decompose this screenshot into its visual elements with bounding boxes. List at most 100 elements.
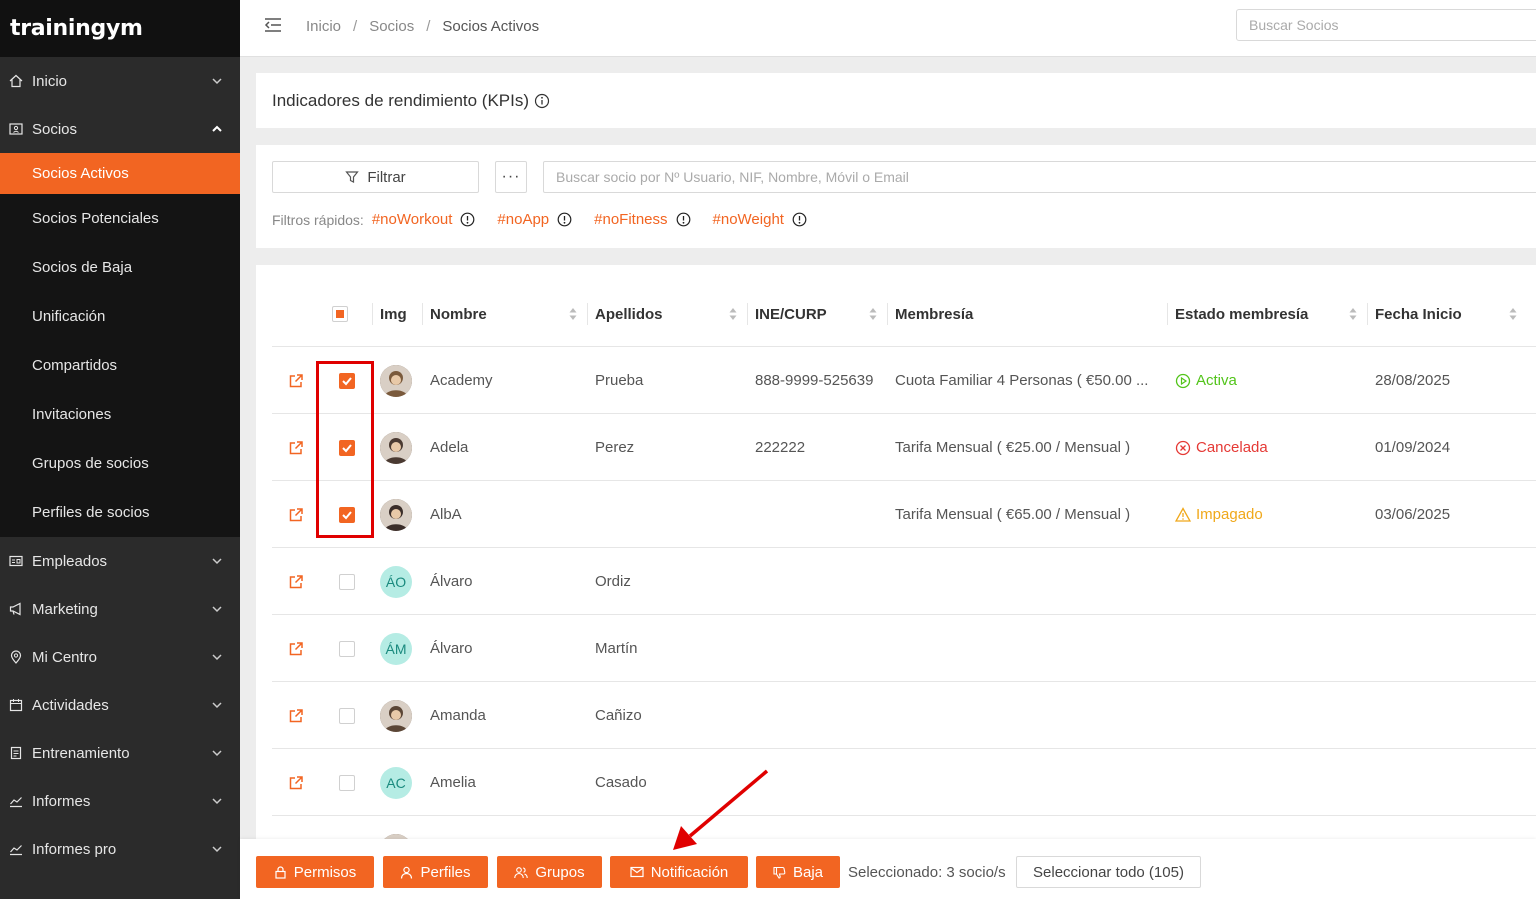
- alert-circle-icon[interactable]: [460, 212, 475, 227]
- avatar-cell: [380, 414, 412, 481]
- chevron-down-icon: [212, 654, 222, 661]
- cell-nombre: Álvaro: [430, 573, 473, 590]
- sort-icon[interactable]: [1509, 308, 1517, 320]
- row-checkbox[interactable]: [339, 506, 355, 523]
- sidebar-item-label: Actividades: [32, 696, 109, 714]
- sidebar-item-empleados[interactable]: Empleados: [0, 537, 240, 585]
- sidebar-item-label: Inicio: [32, 72, 68, 90]
- table-row[interactable]: AC Amelia Casado: [272, 749, 1536, 816]
- column-label: Estado membresía: [1175, 305, 1309, 323]
- sidebar-item-socios-baja[interactable]: Socios de Baja: [0, 243, 240, 292]
- id-card-icon: [8, 121, 24, 137]
- alert-circle-icon[interactable]: [792, 212, 807, 227]
- row-checkbox-cell: [339, 682, 355, 749]
- column-fecha-inicio[interactable]: Fecha Inicio: [1367, 281, 1527, 347]
- column-apellidos[interactable]: Apellidos: [587, 281, 747, 347]
- more-options-button[interactable]: ···: [495, 161, 527, 193]
- perfiles-button[interactable]: Perfiles: [383, 856, 488, 888]
- grupos-button[interactable]: Grupos: [497, 856, 602, 888]
- row-checkbox[interactable]: [339, 774, 355, 791]
- quick-filter-nofitness[interactable]: #noFitness: [594, 211, 690, 228]
- select-all-cell: [332, 281, 348, 347]
- row-checkbox[interactable]: [339, 640, 355, 657]
- sidebar-item-entrenamiento[interactable]: Entrenamiento: [0, 729, 240, 777]
- column-label: Fecha Inicio: [1375, 305, 1462, 323]
- external-link-icon[interactable]: [288, 507, 304, 523]
- sidebar-item-socios[interactable]: Socios: [0, 105, 240, 153]
- member-search-input[interactable]: [543, 161, 1536, 193]
- external-link-icon[interactable]: [288, 373, 304, 389]
- select-all-checkbox[interactable]: [332, 306, 348, 322]
- breadcrumb-socios[interactable]: Socios: [369, 18, 414, 35]
- column-label: Apellidos: [595, 305, 663, 323]
- notificacion-button[interactable]: Notificación: [610, 856, 748, 888]
- cell-ine-curp: [755, 615, 875, 682]
- table-row[interactable]: AlbA Tarifa Mensual ( €65.00 / Mensual ) I…: [272, 481, 1536, 548]
- sort-icon[interactable]: [729, 308, 737, 320]
- quick-filter-noworkout[interactable]: #noWorkout: [372, 211, 476, 228]
- sidebar-item-mi-centro[interactable]: Mi Centro: [0, 633, 240, 681]
- status-badge: Activa: [1175, 372, 1237, 389]
- external-link-icon[interactable]: [288, 775, 304, 791]
- sidebar-item-grupos-socios[interactable]: Grupos de socios: [0, 439, 240, 488]
- menu-collapse-icon[interactable]: [264, 17, 282, 33]
- cell-fecha-inicio: 28/08/2025: [1375, 372, 1451, 389]
- alert-circle-icon[interactable]: [676, 212, 691, 227]
- sort-icon[interactable]: [869, 308, 877, 320]
- external-link-icon[interactable]: [288, 708, 304, 724]
- sort-icon[interactable]: [569, 308, 577, 320]
- baja-button[interactable]: Baja: [756, 856, 840, 888]
- cell-membresia: [895, 749, 1163, 816]
- row-checkbox[interactable]: [339, 573, 355, 590]
- sidebar-item-informes[interactable]: Informes: [0, 777, 240, 825]
- row-checkbox-cell: [339, 548, 355, 615]
- column-ine-curp[interactable]: INE/CURP: [747, 281, 887, 347]
- info-icon[interactable]: [534, 93, 550, 109]
- cell-nombre: Álvaro: [430, 640, 473, 657]
- sidebar-item-perfiles-socios[interactable]: Perfiles de socios: [0, 488, 240, 537]
- column-estado[interactable]: Estado membresía: [1167, 281, 1367, 347]
- sidebar-item-label: Informes pro: [32, 840, 117, 858]
- select-all-button[interactable]: Seleccionar todo (105): [1016, 856, 1201, 888]
- row-checkbox[interactable]: [339, 707, 355, 724]
- avatar-photo: [380, 364, 412, 397]
- sidebar-item-socios-activos[interactable]: Socios Activos: [0, 153, 240, 194]
- sidebar-item-socios-potenciales[interactable]: Socios Potenciales: [0, 194, 240, 243]
- filter-card: Filtrar ··· Filtros rápidos: #noWorkout …: [256, 145, 1536, 248]
- quick-filter-noweight[interactable]: #noWeight: [713, 211, 807, 228]
- quick-filter-noapp[interactable]: #noApp: [497, 211, 572, 228]
- kpi-card[interactable]: Indicadores de rendimiento (KPIs): [256, 73, 1536, 128]
- alert-circle-icon[interactable]: [557, 212, 572, 227]
- breadcrumb-separator: /: [353, 18, 358, 35]
- row-checkbox[interactable]: [339, 439, 355, 456]
- sidebar-item-unificacion[interactable]: Unificación: [0, 292, 240, 341]
- table-row[interactable]: Academy Prueba 888-9999-525639 Cuota Famili…: [272, 347, 1536, 414]
- external-link-icon[interactable]: [288, 440, 304, 456]
- filter-button[interactable]: Filtrar: [272, 161, 479, 193]
- permisos-button[interactable]: Permisos: [256, 856, 374, 888]
- breadcrumb-inicio[interactable]: Inicio: [306, 18, 341, 35]
- global-search-input[interactable]: [1236, 9, 1536, 41]
- brand-logo[interactable]: trainingym: [0, 0, 240, 57]
- table-row[interactable]: Amanda Cañizo: [272, 682, 1536, 749]
- external-link-icon[interactable]: [288, 574, 304, 590]
- table-row[interactable]: ÁM Álvaro Martín: [272, 615, 1536, 682]
- external-link-icon[interactable]: [288, 641, 304, 657]
- sidebar-item-inicio[interactable]: Inicio: [0, 57, 240, 105]
- baja-label: Baja: [792, 863, 824, 881]
- checkmark-icon: [342, 443, 352, 452]
- column-nombre[interactable]: Nombre: [422, 281, 587, 347]
- avatar-photo: [380, 498, 412, 531]
- sidebar-item-invitaciones[interactable]: Invitaciones: [0, 390, 240, 439]
- avatar-cell: [380, 682, 412, 749]
- sidebar-item-actividades[interactable]: Actividades: [0, 681, 240, 729]
- sort-icon[interactable]: [1349, 308, 1357, 320]
- row-checkbox[interactable]: [339, 372, 355, 389]
- table-row[interactable]: ÁO Álvaro Ordiz: [272, 548, 1536, 615]
- sidebar-item-compartidos[interactable]: Compartidos: [0, 341, 240, 390]
- quick-filters: Filtros rápidos: #noWorkout #noApp #noFi…: [272, 211, 829, 228]
- sidebar-item-informes-pro[interactable]: Informes pro: [0, 825, 240, 873]
- sidebar-item-marketing[interactable]: Marketing: [0, 585, 240, 633]
- table-row[interactable]: Adela Perez 222222 Tarifa Mensual ( €25.00 …: [272, 414, 1536, 481]
- cell-nombre: Adela: [430, 439, 469, 456]
